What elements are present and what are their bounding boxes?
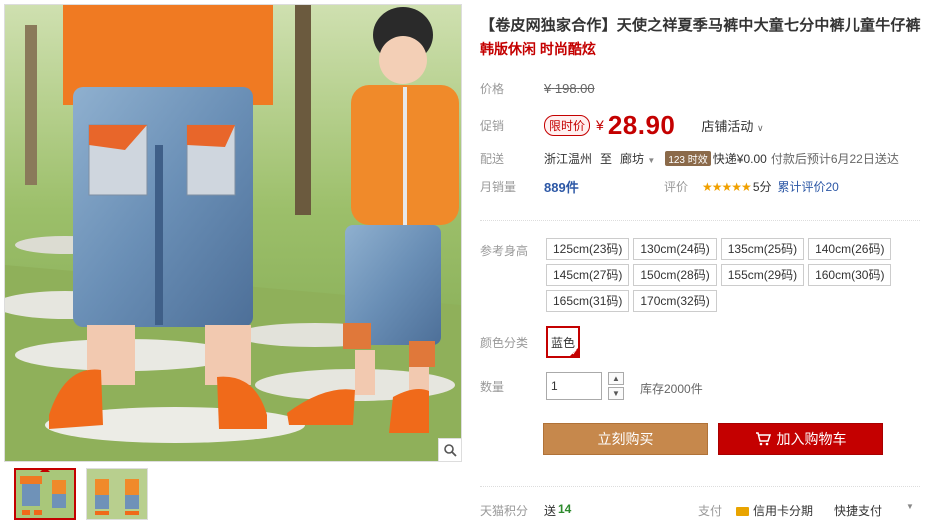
size-option[interactable]: 160cm(30码): [808, 264, 892, 286]
original-price: ¥ 198.00: [544, 81, 595, 96]
monthly-sales-label: 月销量: [480, 180, 517, 194]
size-label: 参考身高: [480, 244, 529, 258]
chevron-down-icon[interactable]: ▼: [906, 502, 914, 511]
star-rating-icon: ★★★★★: [702, 179, 752, 194]
product-main-image[interactable]: [4, 4, 462, 462]
size-option[interactable]: 135cm(25码): [720, 238, 805, 260]
size-option[interactable]: 130cm(24码): [633, 238, 717, 260]
quantity-label: 数量: [480, 380, 505, 394]
color-option-blue[interactable]: 蓝色 ✓: [546, 326, 580, 358]
product-title: 【卷皮网独家合作】天使之祥夏季马裤中大童七分中裤儿童牛仔裤: [480, 17, 921, 34]
size-option[interactable]: 125cm(23码): [546, 238, 630, 260]
quantity-increase-button[interactable]: ▲: [608, 372, 624, 385]
limited-price-badge: 限时价: [544, 114, 591, 136]
monthly-sales-count: 889件: [544, 180, 579, 195]
delivery-time-badge: 123 时效: [665, 151, 711, 166]
size-option[interactable]: 170cm(32码): [633, 290, 717, 312]
divider: [480, 220, 920, 221]
divider: [480, 486, 920, 487]
price-label: 价格: [480, 82, 505, 96]
rating-score: 5分: [752, 180, 772, 194]
promo-label: 促销: [480, 118, 505, 133]
color-label: 颜色分类: [480, 336, 529, 350]
quick-pay[interactable]: 快捷支付: [834, 502, 882, 519]
ship-to-word: 至: [600, 152, 613, 166]
thumbnail-1[interactable]: [14, 468, 76, 520]
check-icon: ✓: [571, 348, 578, 357]
product-info-panel: 【卷皮网独家合作】天使之祥夏季马裤中大童七分中裤儿童牛仔裤 韩版休闲 时尚酷炫 …: [480, 0, 925, 518]
price-row: 价格 ¥ 198.00: [480, 80, 595, 97]
points-value: 14: [558, 502, 572, 516]
chevron-down-icon: ∨: [757, 122, 764, 133]
shop-activity-dropdown[interactable]: 店铺活动 ∨: [701, 116, 763, 135]
magnifier-icon[interactable]: [438, 438, 461, 461]
size-option[interactable]: 145cm(27码): [546, 264, 630, 286]
size-option[interactable]: 155cm(29码): [720, 264, 805, 286]
shop-activity-label: 店铺活动: [701, 118, 754, 134]
credit-card-icon: [736, 507, 749, 516]
promo-price: 28.90: [607, 109, 676, 140]
buy-now-button[interactable]: 立刻购买: [543, 423, 708, 455]
ship-from: 浙江温州: [544, 152, 593, 166]
chevron-down-icon: ▼: [647, 156, 656, 165]
sales-row: 月销量 889件 评价 ★★★★★ 5分 累计评价20: [480, 177, 839, 196]
delivery-estimate: 付款后预计6月22日送达: [770, 152, 899, 166]
ship-destination-select[interactable]: 廊坊 ▼: [620, 150, 655, 167]
quantity-input[interactable]: 1: [546, 372, 602, 400]
add-to-cart-button[interactable]: 加入购物车: [718, 423, 883, 455]
size-option[interactable]: 150cm(28码): [633, 264, 717, 286]
thumbnail-2[interactable]: [86, 468, 148, 520]
shipping-label: 配送: [480, 152, 505, 166]
credit-installment[interactable]: 信用卡分期: [736, 502, 813, 519]
size-options: 125cm(23码) 130cm(24码) 135cm(25码) 140cm(26码)…: [546, 238, 926, 312]
shipping-row: 配送 浙江温州 至 廊坊 ▼ 123 时效 快递¥0.00 付款后预计6月22日…: [480, 150, 899, 167]
add-to-cart-label: 加入购物车: [776, 431, 847, 447]
rating-label: 评价: [664, 180, 689, 194]
points-prefix: 送: [544, 504, 557, 518]
payment-label: 支付: [698, 504, 723, 518]
review-count-link[interactable]: 累计评价20: [778, 178, 839, 195]
tmall-points-label: 天猫积分: [480, 504, 529, 518]
thumbnail-strip: [14, 468, 148, 520]
size-option[interactable]: 140cm(26码): [808, 238, 892, 260]
cart-icon: [755, 426, 771, 456]
product-photo: [5, 5, 461, 461]
stock-count: 库存2000件: [640, 382, 703, 396]
size-option[interactable]: 165cm(31码): [546, 290, 630, 312]
express-fee: 快递¥0.00: [712, 152, 767, 166]
promo-row: 促销 限时价 ¥ 28.90 店铺活动 ∨: [480, 110, 764, 140]
quantity-decrease-button[interactable]: ▼: [608, 387, 624, 400]
currency-symbol: ¥: [596, 117, 604, 133]
product-subtitle: 韩版休闲 时尚酷炫: [480, 41, 596, 57]
